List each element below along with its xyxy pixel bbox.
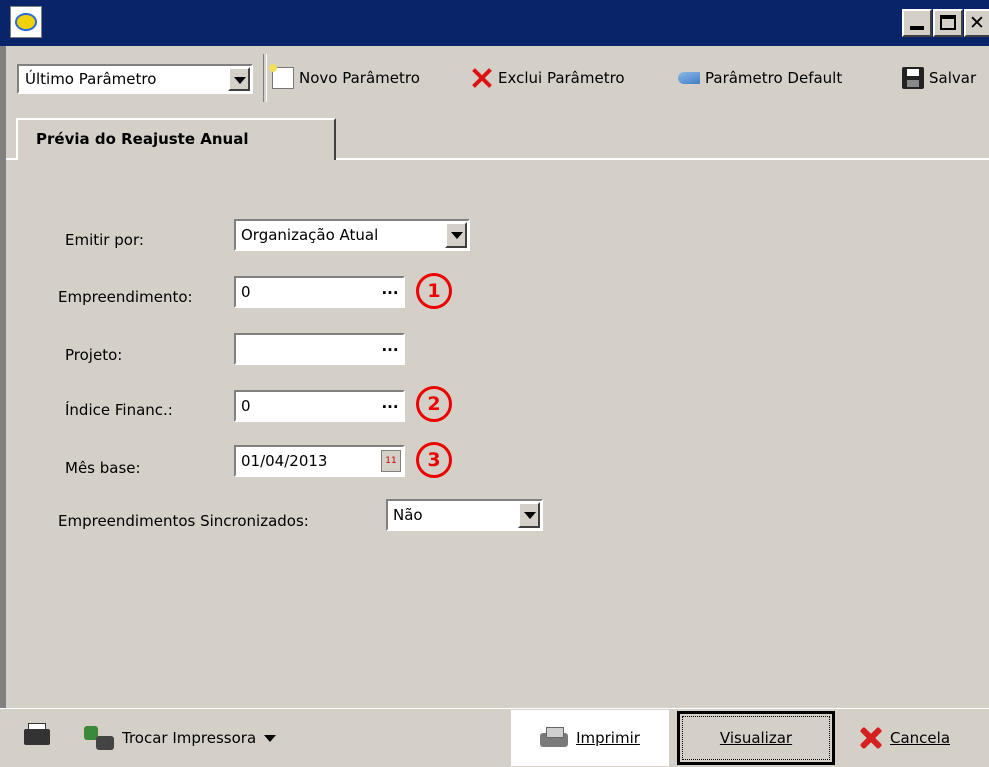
parameter-select[interactable]: Último Parâmetro bbox=[17, 64, 253, 94]
change-printer-button[interactable]: Trocar Impressora bbox=[82, 720, 277, 756]
mes-base-value: 01/04/2013 bbox=[241, 452, 328, 470]
chevron-down-icon bbox=[264, 734, 277, 742]
cancel-label: Cancela bbox=[890, 729, 951, 747]
change-printer-label: Trocar Impressora bbox=[122, 729, 257, 747]
empreendimento-value: 0 bbox=[241, 283, 251, 301]
lookup-button[interactable]: ... bbox=[378, 393, 402, 419]
chevron-down-icon[interactable] bbox=[445, 222, 467, 248]
tab-border bbox=[6, 158, 16, 160]
close-icon: ✕ bbox=[969, 12, 985, 34]
new-document-icon bbox=[269, 64, 294, 89]
emitir-por-value: Organização Atual bbox=[241, 226, 379, 244]
empreendimento-label: Empreendimento: bbox=[58, 288, 193, 306]
save-label: Salvar bbox=[929, 69, 977, 87]
maximize-icon bbox=[940, 15, 956, 30]
print-button[interactable]: Imprimir bbox=[511, 710, 669, 766]
minimize-button[interactable] bbox=[902, 9, 932, 37]
title-bar: ✕ bbox=[0, 0, 989, 46]
tab-previa-reajuste[interactable]: Prévia do Reajuste Anual bbox=[16, 118, 336, 160]
delete-icon bbox=[471, 67, 493, 89]
mes-base-label: Mês base: bbox=[65, 459, 141, 477]
bottom-action-bar: Trocar Impressora Imprimir Visualizar Ca… bbox=[0, 708, 989, 767]
printers-icon bbox=[82, 723, 116, 753]
emitir-por-label: Emitir por: bbox=[65, 231, 144, 249]
delete-parameter-button[interactable]: Exclui Parâmetro bbox=[471, 64, 625, 92]
application-window: ✕ Último Parâmetro Novo Parâmetro Exclui… bbox=[0, 0, 989, 767]
default-parameter-button[interactable]: Parâmetro Default bbox=[678, 64, 842, 92]
preview-button[interactable]: Visualizar bbox=[677, 711, 835, 765]
tab-border-right bbox=[336, 158, 989, 160]
indice-financ-label: Índice Financ.: bbox=[65, 401, 173, 419]
projeto-label: Projeto: bbox=[65, 346, 123, 364]
minimize-icon bbox=[910, 26, 924, 30]
sincronizados-label: Empreendimentos Sincronizados: bbox=[58, 512, 309, 530]
delete-parameter-label: Exclui Parâmetro bbox=[498, 69, 625, 87]
arrow-icon bbox=[678, 72, 700, 84]
cancel-x-icon bbox=[858, 725, 884, 751]
annotation-marker-1: 1 bbox=[416, 273, 452, 309]
indice-financ-value: 0 bbox=[241, 397, 251, 415]
cancel-button[interactable]: Cancela bbox=[858, 720, 950, 756]
app-logo-icon[interactable] bbox=[10, 6, 42, 38]
indice-financ-field[interactable]: 0 ... bbox=[234, 390, 405, 422]
default-parameter-label: Parâmetro Default bbox=[705, 69, 843, 87]
tab-panel: Prévia do Reajuste Anual Emitir por: Org… bbox=[0, 110, 989, 708]
close-button[interactable]: ✕ bbox=[964, 9, 989, 37]
annotation-marker-3: 3 bbox=[416, 442, 452, 478]
sincronizados-value: Não bbox=[393, 506, 423, 524]
printer-settings-icon[interactable] bbox=[22, 721, 52, 751]
lookup-button[interactable]: ... bbox=[378, 279, 402, 305]
printer-icon bbox=[540, 727, 569, 749]
print-label: Imprimir bbox=[576, 729, 640, 747]
calendar-icon[interactable]: 11 bbox=[381, 450, 401, 472]
toolbar-separator bbox=[263, 54, 267, 102]
parameter-select-value: Último Parâmetro bbox=[25, 70, 157, 88]
projeto-field[interactable]: ... bbox=[234, 333, 405, 365]
emitir-por-select[interactable]: Organização Atual bbox=[234, 219, 470, 251]
preview-label: Visualizar bbox=[719, 729, 793, 747]
chevron-down-icon[interactable] bbox=[518, 502, 540, 528]
annotation-marker-2: 2 bbox=[416, 386, 452, 422]
sincronizados-select[interactable]: Não bbox=[386, 499, 543, 531]
tab-label: Prévia do Reajuste Anual bbox=[36, 130, 249, 148]
new-parameter-button[interactable]: Novo Parâmetro bbox=[269, 64, 420, 92]
save-button[interactable]: Salvar bbox=[902, 64, 976, 92]
new-parameter-label: Novo Parâmetro bbox=[299, 69, 420, 87]
lookup-button[interactable]: ... bbox=[378, 336, 402, 362]
empreendimento-field[interactable]: 0 ... bbox=[234, 276, 405, 308]
save-disk-icon bbox=[902, 67, 924, 89]
mes-base-date-field[interactable]: 01/04/2013 11 bbox=[234, 445, 405, 477]
toolbar: Último Parâmetro Novo Parâmetro Exclui P… bbox=[0, 46, 989, 110]
chevron-down-icon[interactable] bbox=[228, 67, 250, 91]
maximize-button[interactable] bbox=[933, 9, 963, 37]
